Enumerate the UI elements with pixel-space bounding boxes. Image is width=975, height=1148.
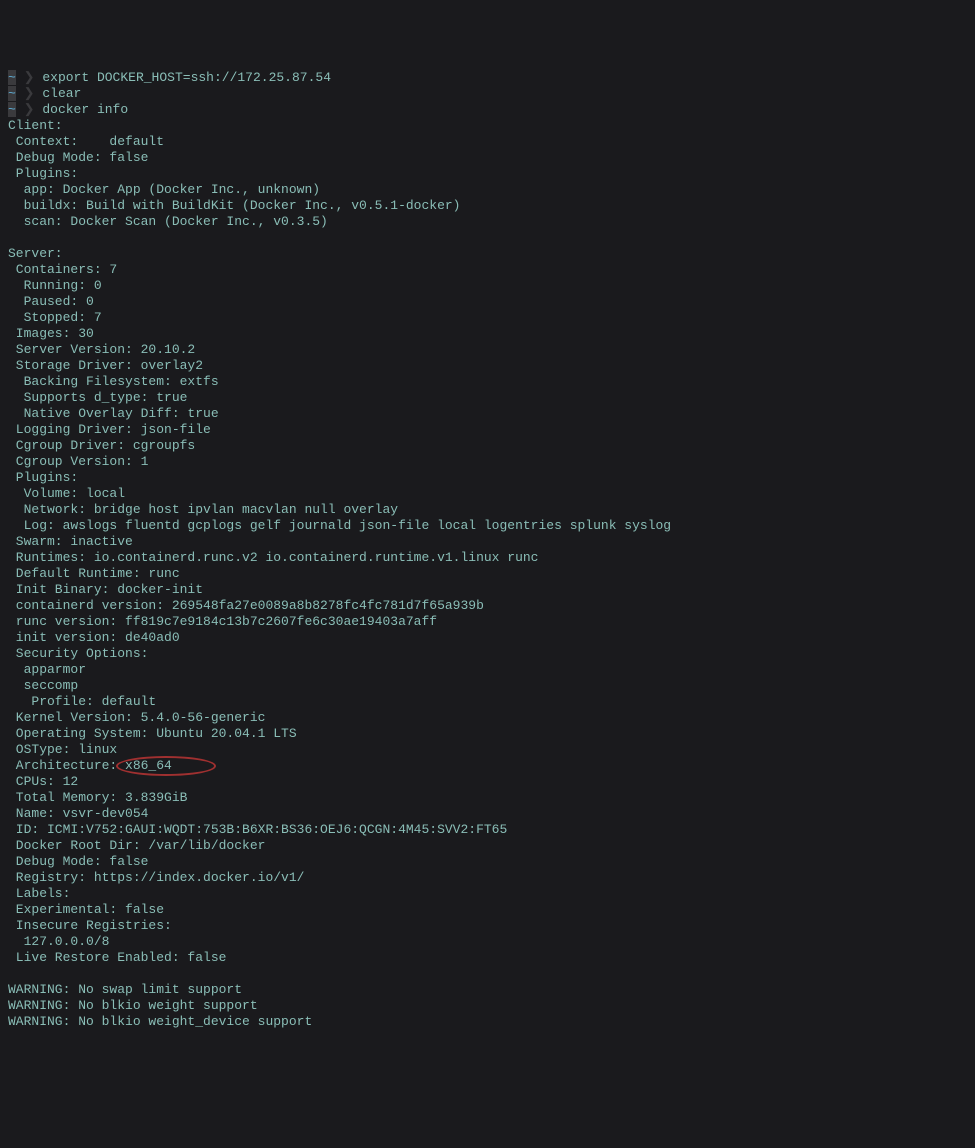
prompt-line-3: ~ ❯ docker info: [8, 102, 967, 118]
warning-2: WARNING: No blkio weight support: [8, 998, 258, 1013]
prompt-tilde: ~: [8, 102, 16, 117]
client-plugin-buildx: buildx: Build with BuildKit (Docker Inc.…: [8, 198, 460, 213]
command-1: export DOCKER_HOST=ssh://172.25.87.54: [42, 70, 331, 85]
server-logging: Logging Driver: json-file: [8, 422, 211, 437]
server-root-dir: Docker Root Dir: /var/lib/docker: [8, 838, 265, 853]
prompt-arrow-icon: ❯: [24, 102, 35, 117]
server-diff: Native Overlay Diff: true: [8, 406, 219, 421]
client-context: Context: default: [8, 134, 164, 149]
blank-line: [8, 230, 967, 246]
server-insecure: Insecure Registries:: [8, 918, 172, 933]
server-kernel: Kernel Version: 5.4.0-56-generic: [8, 710, 265, 725]
server-version: Server Version: 20.10.2: [8, 342, 195, 357]
command-2: clear: [42, 86, 81, 101]
prompt-arrow-icon: ❯: [24, 70, 35, 85]
server-plugins-header: Plugins:: [8, 470, 78, 485]
server-stopped: Stopped: 7: [8, 310, 102, 325]
server-registry: Registry: https://index.docker.io/v1/: [8, 870, 304, 885]
server-experimental: Experimental: false: [8, 902, 164, 917]
prompt-arrow-icon: ❯: [24, 86, 35, 101]
client-header: Client:: [8, 118, 63, 133]
server-running: Running: 0: [8, 278, 102, 293]
server-network: Network: bridge host ipvlan macvlan null…: [8, 502, 398, 517]
blank-line: [8, 966, 967, 982]
server-security: Security Options:: [8, 646, 148, 661]
prompt-tilde: ~: [8, 86, 16, 101]
prompt-line-1: ~ ❯ export DOCKER_HOST=ssh://172.25.87.5…: [8, 70, 967, 86]
prompt-tilde: ~: [8, 70, 16, 85]
server-architecture: Architecture: x86_64: [8, 758, 172, 773]
server-os: Operating System: Ubuntu 20.04.1 LTS: [8, 726, 297, 741]
server-insecure-item: 127.0.0.0/8: [8, 934, 109, 949]
server-ostype: OSType: linux: [8, 742, 117, 757]
prompt-line-2: ~ ❯ clear: [8, 86, 967, 102]
server-init-binary: Init Binary: docker-init: [8, 582, 203, 597]
server-images: Images: 30: [8, 326, 94, 341]
server-volume: Volume: local: [8, 486, 125, 501]
server-name: Name: vsvr-dev054: [8, 806, 148, 821]
client-plugin-scan: scan: Docker Scan (Docker Inc., v0.3.5): [8, 214, 328, 229]
server-dtype: Supports d_type: true: [8, 390, 187, 405]
server-cgroup-version: Cgroup Version: 1: [8, 454, 148, 469]
server-id: ID: ICMI:V752:GAUI:WQDT:753B:B6XR:BS36:O…: [8, 822, 507, 837]
server-apparmor: apparmor: [8, 662, 86, 677]
server-swarm: Swarm: inactive: [8, 534, 133, 549]
server-runc-version: runc version: ff819c7e9184c13b7c2607fe6c…: [8, 614, 437, 629]
server-log: Log: awslogs fluentd gcplogs gelf journa…: [8, 518, 671, 533]
server-storage: Storage Driver: overlay2: [8, 358, 203, 373]
server-paused: Paused: 0: [8, 294, 94, 309]
warning-3: WARNING: No blkio weight_device support: [8, 1014, 312, 1029]
server-cpus: CPUs: 12: [8, 774, 78, 789]
server-header: Server:: [8, 246, 63, 261]
server-labels: Labels:: [8, 886, 70, 901]
server-containerd-version: containerd version: 269548fa27e0089a8b82…: [8, 598, 484, 613]
server-containers: Containers: 7: [8, 262, 117, 277]
server-seccomp: seccomp: [8, 678, 78, 693]
server-memory: Total Memory: 3.839GiB: [8, 790, 187, 805]
client-debug: Debug Mode: false: [8, 150, 148, 165]
warning-1: WARNING: No swap limit support: [8, 982, 242, 997]
client-plugin-app: app: Docker App (Docker Inc., unknown): [8, 182, 320, 197]
server-backing: Backing Filesystem: extfs: [8, 374, 219, 389]
server-debug: Debug Mode: false: [8, 854, 148, 869]
terminal-output[interactable]: ~ ❯ export DOCKER_HOST=ssh://172.25.87.5…: [8, 70, 967, 1030]
command-3: docker info: [42, 102, 128, 117]
server-init-version: init version: de40ad0: [8, 630, 180, 645]
server-default-runtime: Default Runtime: runc: [8, 566, 180, 581]
server-profile: Profile: default: [8, 694, 156, 709]
client-plugins-header: Plugins:: [8, 166, 78, 181]
server-runtimes: Runtimes: io.containerd.runc.v2 io.conta…: [8, 550, 539, 565]
server-cgroup-driver: Cgroup Driver: cgroupfs: [8, 438, 195, 453]
